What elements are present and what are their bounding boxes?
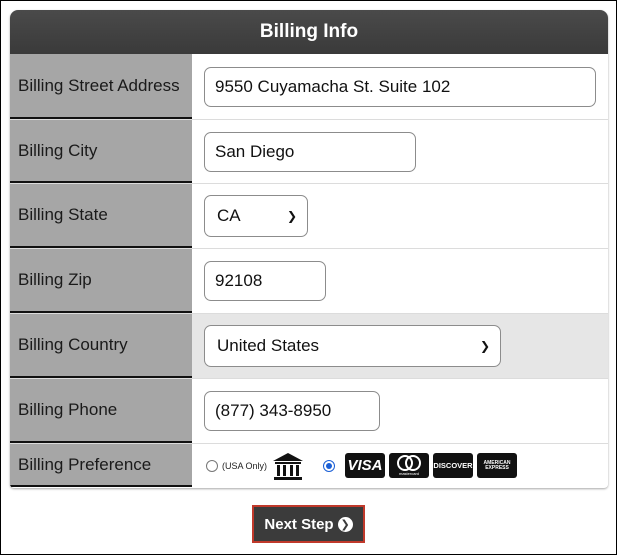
zip-label: Billing Zip xyxy=(10,249,192,313)
usa-only-note: (USA Only) xyxy=(222,460,268,471)
chevron-down-icon: ❯ xyxy=(479,339,490,353)
city-row: Billing City San Diego xyxy=(10,119,608,183)
billing-info-panel: Billing Info Billing Street Address 9550… xyxy=(10,10,608,488)
preference-row: Billing Preference (USA Only) VISA maste… xyxy=(10,443,608,487)
phone-label: Billing Phone xyxy=(10,379,192,443)
street-input[interactable]: 9550 Cuyamacha St. Suite 102 xyxy=(204,66,596,107)
zip-input[interactable]: 92108 xyxy=(204,261,326,301)
state-label: Billing State xyxy=(10,184,192,248)
next-step-label: Next Step xyxy=(264,515,334,533)
state-value: CA xyxy=(217,206,241,225)
next-step-button[interactable]: Next Step ❯ xyxy=(252,505,365,543)
visa-icon: VISA xyxy=(345,453,386,478)
city-label: Billing City xyxy=(10,120,192,183)
country-select[interactable]: United States ❯ xyxy=(204,325,501,367)
street-row: Billing Street Address 9550 Cuyamacha St… xyxy=(10,54,608,119)
mastercard-icon: mastercard xyxy=(389,453,430,478)
country-row: Billing Country United States ❯ xyxy=(10,313,608,378)
american-express-icon: AMERICAN EXPRESS xyxy=(477,453,518,478)
panel-title: Billing Info xyxy=(10,10,608,54)
country-value: United States xyxy=(217,336,320,355)
phone-row: Billing Phone (877) 343-8950 xyxy=(10,378,608,443)
city-input[interactable]: San Diego xyxy=(204,131,416,172)
country-label: Billing Country xyxy=(10,314,192,378)
phone-input[interactable]: (877) 343-8950 xyxy=(204,391,380,431)
card-radio[interactable] xyxy=(323,459,336,472)
discover-icon: DISCOVER xyxy=(433,453,474,478)
zip-row: Billing Zip 92108 xyxy=(10,248,608,313)
bank-icon xyxy=(273,452,304,480)
card-option[interactable]: VISA mastercard DISCOVER AMERICAN EXPRES… xyxy=(323,453,518,478)
street-label: Billing Street Address xyxy=(10,54,192,119)
page-frame: Billing Info Billing Street Address 9550… xyxy=(0,0,617,555)
arrow-right-circle-icon: ❯ xyxy=(337,516,353,532)
bank-option[interactable]: (USA Only) xyxy=(206,451,305,481)
state-select[interactable]: CA ❯ xyxy=(204,195,308,237)
preference-label: Billing Preference xyxy=(10,444,192,487)
state-row: Billing State CA ❯ xyxy=(10,183,608,248)
chevron-down-icon: ❯ xyxy=(286,209,297,223)
bank-radio[interactable] xyxy=(206,459,218,472)
